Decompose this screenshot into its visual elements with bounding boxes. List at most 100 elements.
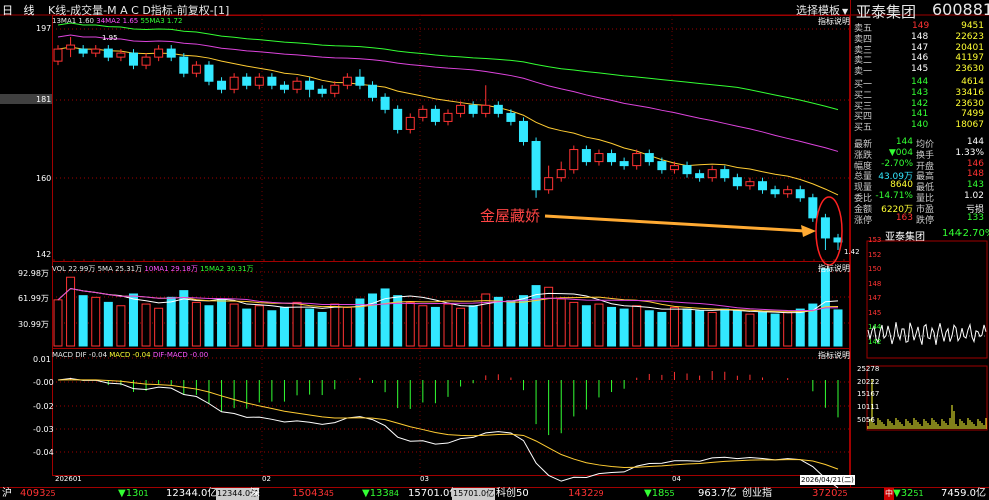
- candle-body: [242, 76, 252, 86]
- marker-dot: [453, 259, 455, 261]
- cyb-index-label[interactable]: 创业指: [742, 488, 772, 500]
- volume-bar: [695, 310, 705, 347]
- sh-index-label[interactable]: 沪: [2, 488, 12, 500]
- volume-bar: [707, 311, 717, 347]
- annotation-arrow-head: [801, 225, 816, 237]
- kc50-value-sub: 29: [593, 489, 604, 498]
- sh-index-change-sub: 01: [138, 489, 149, 498]
- candle-body: [556, 169, 566, 179]
- volume-bar: [380, 288, 390, 347]
- ma1-label: 13MA1 1.60: [52, 17, 94, 25]
- kc50-value: 143229: [568, 488, 604, 500]
- stat-value: -2.70%: [881, 158, 913, 169]
- macd-diff-label: DIF-MACD -0.00: [152, 351, 209, 359]
- vol-tick-2: 61.99万: [18, 294, 49, 303]
- marker-dot: [433, 259, 435, 261]
- candle-body: [720, 169, 730, 179]
- time-tick-2: 03: [420, 475, 429, 483]
- candle-body: [808, 197, 818, 219]
- volume-bar: [745, 313, 755, 347]
- candle-body: [607, 153, 617, 163]
- chart-title: K线-成交量-M A C D指标-前复权-[1]: [48, 4, 230, 17]
- mini-change: -2.70%: [959, 228, 989, 239]
- candle-body: [355, 76, 365, 86]
- price-tick-197: 197: [36, 24, 52, 33]
- candle-body: [166, 48, 176, 58]
- candle-body: [468, 104, 478, 114]
- sh-index-amount: 12344.0亿: [166, 488, 218, 499]
- marker-dot: [303, 259, 305, 261]
- volume-bar: [619, 308, 629, 347]
- candle-body: [191, 64, 201, 74]
- mini-price-tick: 145: [868, 308, 882, 317]
- candle-body: [657, 161, 667, 171]
- marker-dot: [73, 259, 75, 261]
- macd-dif-label: MACD DIF -0.04: [52, 351, 108, 359]
- order-price: 140: [911, 120, 929, 131]
- macd-tick-2: -0.00: [33, 378, 54, 387]
- time-tick-0: 202601: [55, 475, 82, 483]
- stat-value: 133: [966, 212, 984, 223]
- volume-bar: [657, 311, 667, 347]
- candle-body: [418, 108, 428, 118]
- marker-dot: [723, 259, 725, 261]
- marker-dot: [93, 259, 95, 261]
- volume-bar: [581, 305, 591, 347]
- cyb-index-value: 372025: [812, 488, 848, 500]
- marker-dot: [203, 259, 205, 261]
- stat-value: 1.33%: [955, 147, 984, 158]
- stock-chart-app: 日 线 K线-成交量-M A C D指标-前复权-[1] 选择模板 ▼ 亚泰集团 …: [0, 0, 989, 500]
- marker-dot: [573, 259, 575, 261]
- high-label: 1.95: [102, 34, 118, 42]
- macd-help-link[interactable]: 指标说明: [818, 350, 850, 361]
- period-day: 日: [2, 4, 13, 17]
- candle-body: [204, 64, 214, 82]
- ma-help-link[interactable]: 指标说明: [818, 16, 850, 27]
- sz-index-change-main: ▼133: [362, 488, 389, 499]
- stat-value: 148: [966, 169, 984, 180]
- volume-bar: [78, 295, 88, 347]
- volume-bar: [91, 296, 101, 347]
- price-tick-160: 160: [36, 174, 52, 183]
- marker-dot: [673, 259, 675, 261]
- order-price: 144: [911, 77, 929, 87]
- kc50-label[interactable]: 科创50: [496, 488, 529, 500]
- marker-dot: [173, 259, 175, 261]
- ma3-label: 55MA3 1.72: [140, 17, 183, 25]
- cursor-date: 2026/04/21(二): [800, 475, 855, 485]
- volume-bar: [53, 299, 63, 347]
- marker-dot: [463, 259, 465, 261]
- volume-bar: [141, 303, 151, 347]
- candle-body: [682, 165, 692, 175]
- chart-canvas[interactable]: [0, 0, 989, 500]
- macd-tick-4: -0.03: [33, 425, 54, 434]
- candle-body: [707, 169, 717, 179]
- volume-legend: VOL 22.99万 5MA 25.31万 10MA1 29.18万 15MA2…: [52, 264, 254, 274]
- vol-label: VOL 22.99万: [52, 265, 96, 273]
- candle-body: [305, 80, 315, 90]
- marker-dot: [113, 259, 115, 261]
- kc50-change: ▼1855: [644, 488, 675, 500]
- candle-body: [820, 217, 830, 239]
- sz-index-label[interactable]: 深: [250, 488, 260, 500]
- volume-bar: [305, 308, 315, 347]
- order-price: 145: [911, 64, 929, 75]
- order-price: 143: [911, 87, 929, 98]
- mini-volume-tick: 10111: [857, 403, 880, 412]
- mini-stock-name: 亚泰集团: [885, 232, 925, 243]
- macd-dea-label: MACD -0.04: [109, 351, 151, 359]
- volume-bar: [254, 305, 264, 347]
- mini-volume-tick: 15167: [857, 390, 880, 399]
- marker-dot: [843, 259, 845, 261]
- marker-dot: [133, 259, 135, 261]
- volume-bar: [632, 305, 642, 347]
- annotation-arrow-shaft: [544, 214, 806, 233]
- marker-dot: [343, 259, 345, 261]
- vol-help-link[interactable]: 指标说明: [818, 263, 850, 274]
- candle-body: [506, 112, 516, 122]
- marker-dot: [733, 259, 735, 261]
- mini-price-tick: 153: [868, 236, 882, 244]
- candle-body: [745, 181, 755, 187]
- volume-bar: [506, 300, 516, 347]
- period-label[interactable]: 日 线: [2, 2, 35, 18]
